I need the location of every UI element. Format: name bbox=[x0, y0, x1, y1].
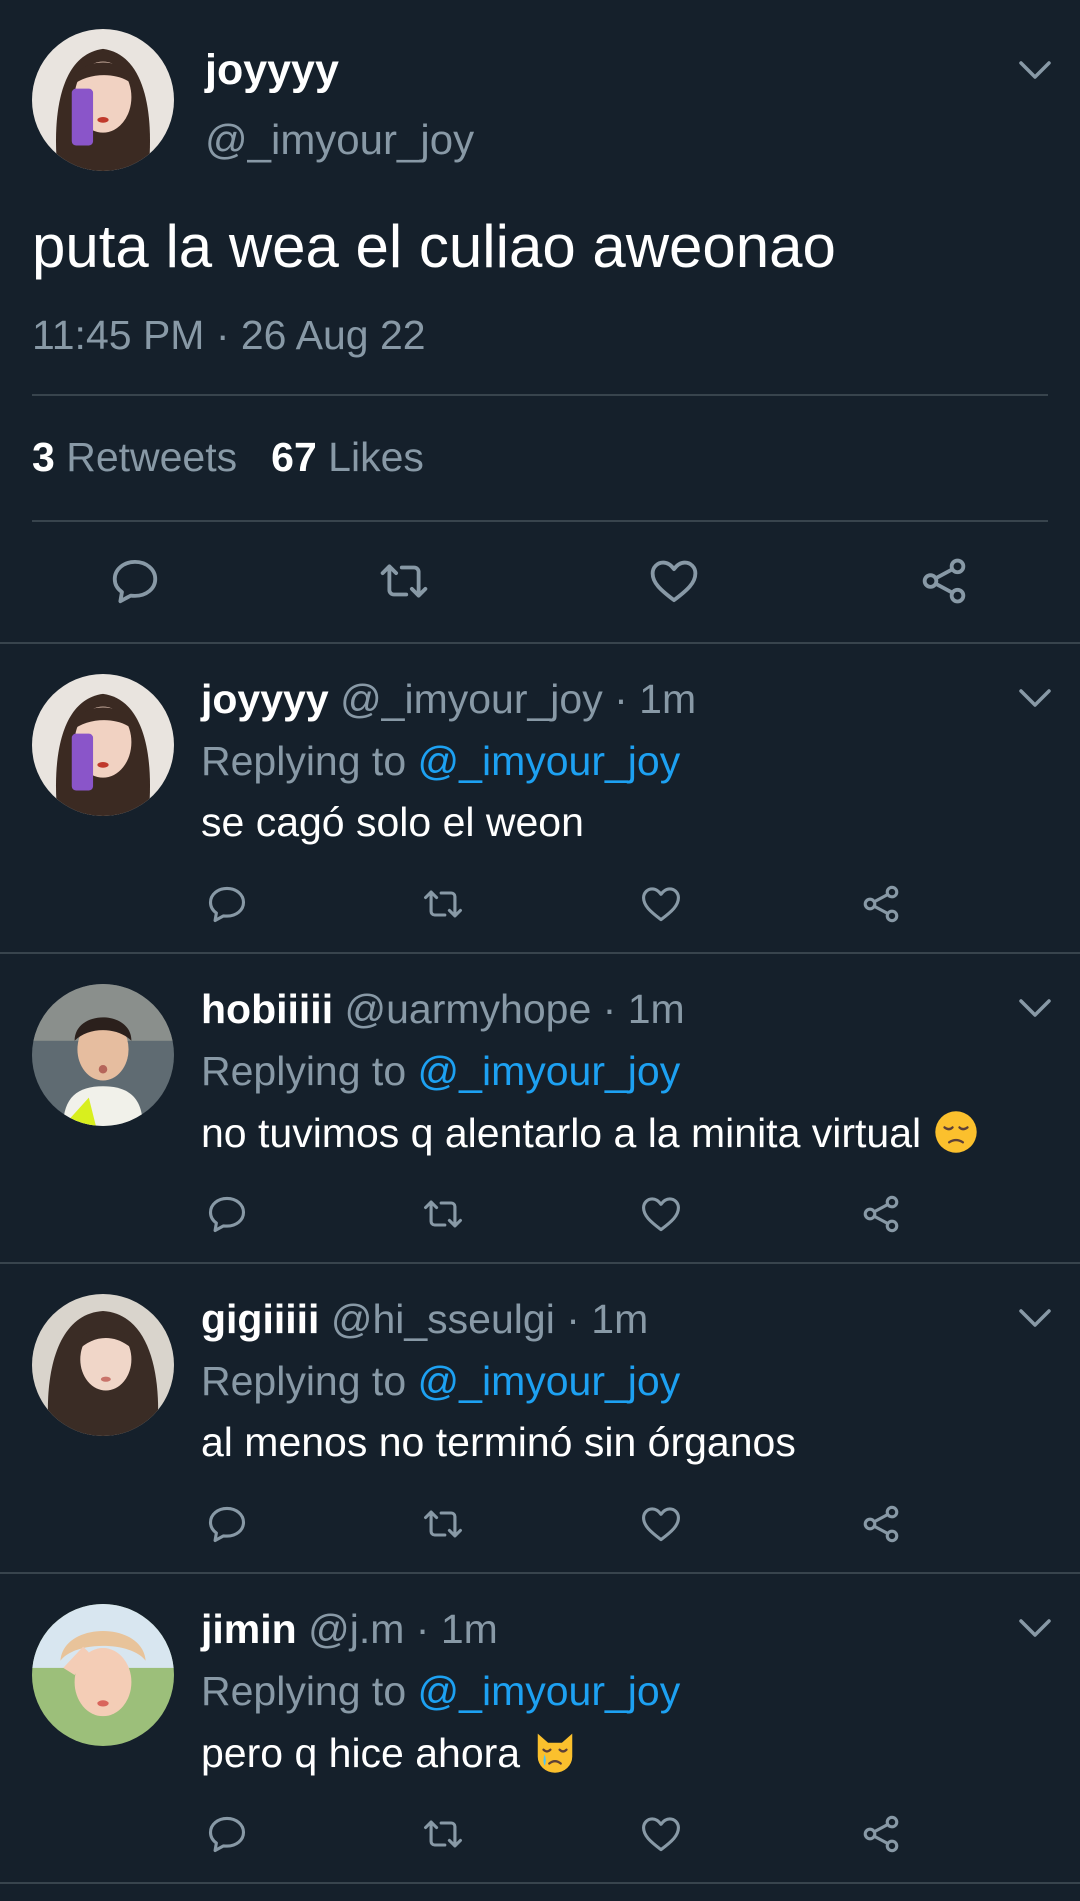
share-icon[interactable] bbox=[859, 1502, 903, 1546]
reply-icon[interactable] bbox=[108, 554, 162, 608]
display-name[interactable]: joyyyy bbox=[201, 676, 329, 722]
reply-text-content: al menos no terminó sin órganos bbox=[201, 1419, 796, 1465]
replying-to: Replying to @_imyour_joy bbox=[201, 1668, 680, 1715]
likes-label: Likes bbox=[328, 434, 424, 480]
reply-text-content: se cagó solo el weon bbox=[201, 799, 584, 845]
chevron-down-icon[interactable] bbox=[1017, 1616, 1053, 1640]
reply-text: se cagó solo el weon bbox=[201, 799, 584, 846]
handle[interactable]: @j.m bbox=[308, 1606, 404, 1652]
like-icon[interactable] bbox=[647, 554, 701, 608]
tweet-stats: 3 Retweets 67 Likes bbox=[32, 434, 424, 481]
handle[interactable]: @hi_sseulgi bbox=[331, 1296, 555, 1342]
avatar[interactable] bbox=[32, 29, 174, 171]
display-name[interactable]: joyyyy bbox=[205, 46, 339, 95]
reply-time: · 1m bbox=[614, 676, 697, 722]
replying-to: Replying to @_imyour_joy bbox=[201, 1048, 680, 1095]
reply-icon[interactable] bbox=[205, 1502, 249, 1546]
replying-prefix: Replying to bbox=[201, 1358, 407, 1404]
retweets-stat[interactable]: 3 Retweets bbox=[32, 434, 237, 480]
chevron-down-icon[interactable] bbox=[1017, 996, 1053, 1020]
reply-header: joyyyy @_imyour_joy · 1m bbox=[201, 676, 696, 723]
share-icon[interactable] bbox=[859, 1812, 903, 1856]
share-icon[interactable] bbox=[917, 554, 971, 608]
divider bbox=[32, 520, 1048, 522]
replying-prefix: Replying to bbox=[201, 1048, 407, 1094]
like-icon[interactable] bbox=[639, 1192, 683, 1236]
like-icon[interactable] bbox=[639, 882, 683, 926]
reply-tweet[interactable]: joyyyy @_imyour_joy · 1m Replying to @_i… bbox=[0, 644, 1080, 954]
reply-icon[interactable] bbox=[205, 1192, 249, 1236]
chevron-down-icon[interactable] bbox=[1017, 58, 1053, 82]
display-name[interactable]: gigiiiii bbox=[201, 1296, 319, 1342]
reply-tweet[interactable]: jimin @j.m · 1m Replying to @_imyour_joy… bbox=[0, 1574, 1080, 1884]
retweet-icon[interactable] bbox=[377, 554, 431, 608]
reply-tweet[interactable]: gigiiiii @hi_sseulgi · 1m Replying to @_… bbox=[0, 1264, 1080, 1574]
reply-tweet[interactable]: hobiiiii @uarmyhope · 1m Replying to @_i… bbox=[0, 954, 1080, 1264]
avatar[interactable] bbox=[32, 984, 174, 1126]
likes-count: 67 bbox=[271, 434, 317, 480]
divider bbox=[32, 394, 1048, 396]
retweet-icon[interactable] bbox=[421, 882, 465, 926]
reply-text: pero q hice ahora bbox=[201, 1729, 578, 1777]
mention-link[interactable]: @_imyour_joy bbox=[418, 1048, 681, 1094]
tweet-text: puta la wea el culiao aweonao bbox=[32, 213, 836, 280]
likes-stat[interactable]: 67 Likes bbox=[271, 434, 424, 480]
reply-text-content: no tuvimos q alentarlo a la minita virtu… bbox=[201, 1110, 922, 1156]
handle[interactable]: @_imyour_joy bbox=[340, 676, 603, 722]
chevron-down-icon[interactable] bbox=[1017, 1306, 1053, 1330]
reply-header: jimin @j.m · 1m bbox=[201, 1606, 498, 1653]
display-name[interactable]: hobiiiii bbox=[201, 986, 333, 1032]
reply-text: no tuvimos q alentarlo a la minita virtu… bbox=[201, 1109, 979, 1157]
display-name[interactable]: jimin bbox=[201, 1606, 297, 1652]
mention-link[interactable]: @_imyour_joy bbox=[418, 1668, 681, 1714]
like-icon[interactable] bbox=[639, 1502, 683, 1546]
share-icon[interactable] bbox=[859, 1192, 903, 1236]
retweets-label: Retweets bbox=[66, 434, 238, 480]
mention-link[interactable]: @_imyour_joy bbox=[418, 738, 681, 784]
retweet-icon[interactable] bbox=[421, 1192, 465, 1236]
mention-link[interactable]: @_imyour_joy bbox=[418, 1358, 681, 1404]
disappointed-face-icon bbox=[933, 1109, 979, 1155]
reply-time: · 1m bbox=[415, 1606, 498, 1652]
chevron-down-icon[interactable] bbox=[1017, 686, 1053, 710]
reply-icon[interactable] bbox=[205, 882, 249, 926]
reply-text: al menos no terminó sin órganos bbox=[201, 1419, 796, 1466]
handle[interactable]: @_imyour_joy bbox=[205, 116, 474, 164]
replying-prefix: Replying to bbox=[201, 1668, 407, 1714]
reply-icon[interactable] bbox=[205, 1812, 249, 1856]
reply-header: hobiiiii @uarmyhope · 1m bbox=[201, 986, 685, 1033]
retweets-count: 3 bbox=[32, 434, 55, 480]
replying-to: Replying to @_imyour_joy bbox=[201, 738, 680, 785]
replying-to: Replying to @_imyour_joy bbox=[201, 1358, 680, 1405]
replying-prefix: Replying to bbox=[201, 738, 407, 784]
share-icon[interactable] bbox=[859, 882, 903, 926]
retweet-icon[interactable] bbox=[421, 1502, 465, 1546]
reply-time: · 1m bbox=[602, 986, 685, 1032]
tweet-timestamp: 11:45 PM · 26 Aug 22 bbox=[32, 312, 426, 358]
retweet-icon[interactable] bbox=[421, 1812, 465, 1856]
avatar[interactable] bbox=[32, 1604, 174, 1746]
main-tweet: joyyyy @_imyour_joy puta la wea el culia… bbox=[0, 0, 1080, 644]
reply-time: · 1m bbox=[566, 1296, 649, 1342]
avatar[interactable] bbox=[32, 1294, 174, 1436]
crying-cat-face-icon bbox=[532, 1729, 578, 1775]
like-icon[interactable] bbox=[639, 1812, 683, 1856]
reply-text-content: pero q hice ahora bbox=[201, 1730, 521, 1776]
avatar[interactable] bbox=[32, 674, 174, 816]
handle[interactable]: @uarmyhope bbox=[345, 986, 592, 1032]
reply-header: gigiiiii @hi_sseulgi · 1m bbox=[201, 1296, 648, 1343]
